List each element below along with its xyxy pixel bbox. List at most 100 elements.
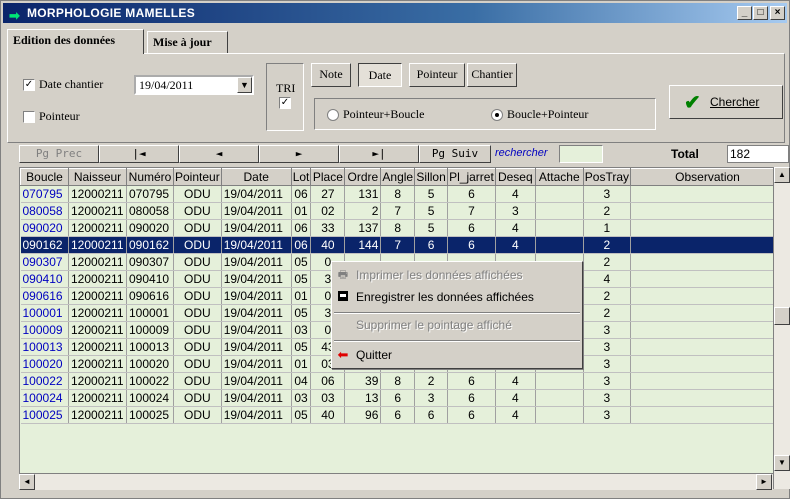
scroll-right-icon[interactable]: ►: [756, 474, 772, 490]
column-header[interactable]: Observation: [630, 168, 786, 186]
table-cell: ODU: [173, 236, 222, 254]
date-combobox[interactable]: 19/04/2011 ▼: [134, 75, 254, 95]
table-cell: 19/04/2011: [221, 287, 292, 305]
column-header[interactable]: Ordre: [344, 168, 382, 186]
column-header[interactable]: Pointeur: [173, 168, 222, 186]
column-header[interactable]: Boucle: [20, 168, 69, 186]
table-cell: [535, 202, 584, 220]
next-page-button[interactable]: Pg Suiv: [419, 145, 491, 163]
table-cell: 4: [583, 270, 632, 288]
menu-item-supprimer[interactable]: Supprimer le pointage affiché: [356, 316, 512, 334]
dropdown-arrow-icon[interactable]: ▼: [237, 77, 252, 93]
table-cell: 4: [495, 406, 536, 424]
table-cell: 6: [447, 236, 496, 254]
table-cell: 100009: [20, 321, 69, 339]
table-cell: 090616: [20, 287, 69, 305]
table-cell: [630, 287, 786, 305]
column-header[interactable]: PosTray: [582, 168, 632, 186]
app-arrow-icon: ➡: [9, 8, 20, 23]
table-cell: 8: [380, 185, 416, 203]
table-cell: [630, 219, 786, 237]
title-bar[interactable]: ➡ MORPHOLOGIE MAMELLES _ □ ×: [3, 3, 787, 23]
radio-boucle-pointeur[interactable]: [491, 109, 503, 121]
sort-chantier-button[interactable]: Chantier: [467, 63, 517, 87]
prev-record-button[interactable]: ◄: [179, 145, 259, 163]
table-cell: 5: [414, 219, 449, 237]
vertical-scrollbar[interactable]: ▲ ▼: [773, 167, 790, 489]
table-cell: 12000211: [68, 321, 127, 339]
table-cell: [630, 372, 786, 390]
context-menu: 🖶 Imprimer les données affichées Enregis…: [331, 261, 583, 369]
prev-page-button[interactable]: Pg Prec: [19, 145, 99, 163]
table-row[interactable]: 100024 12000211 100024 ODU 19/04/2011 03 03 13 6…: [20, 389, 786, 407]
table-cell: [535, 372, 584, 390]
table-cell: 01: [291, 287, 312, 305]
menu-item-quitter[interactable]: Quitter: [356, 346, 392, 364]
radio-pointeur-boucle[interactable]: [327, 109, 339, 121]
minimize-button[interactable]: _: [737, 6, 752, 20]
sort-date-button[interactable]: Date: [358, 63, 402, 87]
first-record-button[interactable]: |◄: [99, 145, 179, 163]
column-header[interactable]: Deseq: [494, 168, 536, 186]
scroll-up-icon[interactable]: ▲: [774, 167, 790, 183]
table-cell: 080058: [20, 202, 69, 220]
printer-icon: 🖶: [337, 269, 349, 281]
column-header[interactable]: Numéro: [126, 168, 174, 186]
table-cell: 6: [447, 372, 496, 390]
table-cell: 3: [583, 185, 632, 203]
chercher-button[interactable]: ✔ Chercher: [669, 85, 783, 119]
tab-mise-a-jour[interactable]: Mise à jour: [147, 31, 228, 53]
tab-edition-des-donnees[interactable]: Edition des données: [7, 29, 144, 54]
tri-checkbox[interactable]: ✓: [279, 97, 291, 109]
column-header[interactable]: Date: [220, 168, 292, 186]
table-cell: 100013: [126, 338, 174, 356]
table-row[interactable]: 100025 12000211 100025 ODU 19/04/2011 05 40 96 6…: [20, 406, 786, 424]
table-row[interactable]: 090162 12000211 090162 ODU 19/04/2011 06 40 144…: [20, 236, 786, 254]
table-cell: 6: [380, 406, 416, 424]
scroll-left-icon[interactable]: ◄: [19, 474, 35, 490]
table-row[interactable]: 100022 12000211 100022 ODU 19/04/2011 04 06 39 8…: [20, 372, 786, 390]
table-cell: 2: [344, 202, 382, 220]
table-cell: 100009: [126, 321, 174, 339]
table-cell: ODU: [173, 338, 222, 356]
column-header[interactable]: Attache: [534, 168, 584, 186]
table-cell: 3: [583, 338, 632, 356]
pointeur-checkbox[interactable]: [23, 111, 35, 123]
close-button[interactable]: ×: [770, 6, 785, 20]
column-header[interactable]: Lot: [290, 168, 312, 186]
table-row[interactable]: 080058 12000211 080058 ODU 19/04/2011 01 02 2 7 5…: [20, 202, 786, 220]
column-header[interactable]: Naisseur: [68, 168, 127, 186]
date-chantier-checkbox[interactable]: ✓: [23, 79, 35, 91]
table-cell: [630, 389, 786, 407]
table-cell: 090307: [126, 253, 174, 271]
table-cell: [630, 406, 786, 424]
next-record-button[interactable]: ►: [259, 145, 339, 163]
last-record-button[interactable]: ►|: [339, 145, 419, 163]
scroll-thumb[interactable]: [774, 307, 790, 325]
scroll-down-icon[interactable]: ▼: [774, 455, 790, 471]
maximize-button[interactable]: □: [753, 6, 768, 20]
table-cell: ODU: [173, 287, 222, 305]
table-cell: 3: [583, 389, 632, 407]
column-header[interactable]: Pl_jarret: [447, 168, 496, 186]
column-header[interactable]: Angle: [380, 168, 416, 186]
horizontal-scrollbar[interactable]: ◄ ►: [19, 473, 773, 490]
sort-pointeur-button[interactable]: Pointeur: [409, 63, 465, 87]
table-row[interactable]: 090020 12000211 090020 ODU 19/04/2011 06 33 137…: [20, 219, 786, 237]
column-header[interactable]: Sillon: [414, 168, 449, 186]
rechercher-input[interactable]: [559, 145, 603, 163]
pointeur-label: Pointeur: [39, 109, 80, 123]
menu-item-imprimer[interactable]: Imprimer les données affichées: [356, 266, 523, 284]
sort-note-button[interactable]: Note: [311, 63, 351, 87]
table-cell: 8: [380, 219, 416, 237]
menu-item-enregistrer[interactable]: Enregistrer les données affichées: [356, 288, 534, 306]
table-cell: 100013: [20, 338, 69, 356]
table-cell: [630, 236, 786, 254]
table-cell: ODU: [173, 406, 222, 424]
table-cell: 080058: [126, 202, 174, 220]
column-header[interactable]: Place: [310, 168, 346, 186]
table-row[interactable]: 070795 12000211 070795 ODU 19/04/2011 06 27 131…: [20, 185, 786, 203]
table-cell: 3: [583, 372, 632, 390]
table-cell: 3: [583, 406, 632, 424]
table-cell: 96: [344, 406, 382, 424]
